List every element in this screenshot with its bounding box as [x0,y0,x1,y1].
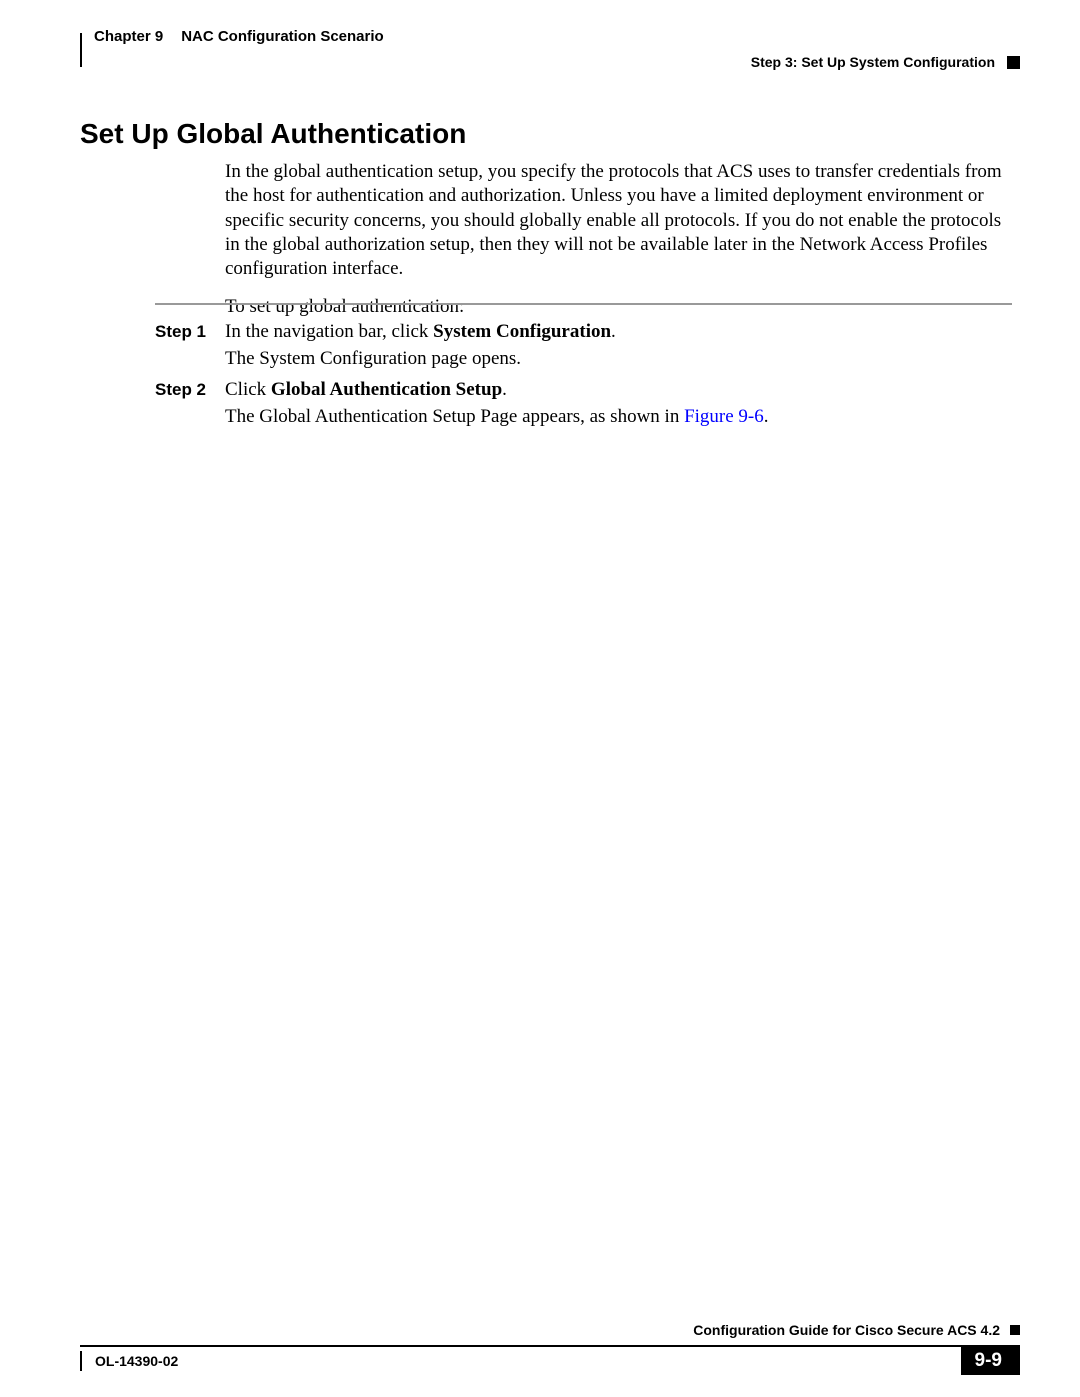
step-text: . [764,406,769,427]
step-label: Step 2 [155,377,225,431]
step-label: Step 1 [155,319,225,373]
footer-left-border [80,1351,82,1371]
steps-container: Step 1 In the navigation bar, click Syst… [155,303,1012,435]
step-bold: Global Authentication Setup [271,379,502,400]
header-left-border [80,33,82,67]
steps-divider [155,303,1012,305]
footer-left: OL-14390-02 [80,1351,178,1371]
page-number: 9-9 [961,1347,1020,1375]
step-text: . [611,321,616,342]
square-marker-icon [1007,56,1020,69]
footer-guide-title: Configuration Guide for Cisco Secure ACS… [693,1322,1000,1338]
step-text: The Global Authentication Setup Page app… [225,406,684,427]
step-text: . [502,379,507,400]
page-header: Chapter 9 NAC Configuration Scenario Ste… [80,28,1020,46]
footer-doc-id: OL-14390-02 [95,1353,178,1369]
step-bold: System Configuration [433,321,611,342]
chapter-title: NAC Configuration Scenario [181,28,384,45]
footer-bottom: OL-14390-02 9-9 [80,1347,1020,1375]
square-marker-icon [1010,1325,1020,1335]
step-row: Step 1 In the navigation bar, click Syst… [155,319,1012,373]
page-footer: Configuration Guide for Cisco Secure ACS… [80,1322,1020,1375]
header-right: Step 3: Set Up System Configuration [751,54,1020,70]
step-text: The System Configuration page opens. [225,348,521,369]
step-text: Click [225,379,271,400]
header-step-label: Step 3: Set Up System Configuration [751,54,995,70]
figure-link[interactable]: Figure 9-6 [684,406,764,427]
section-title: Set Up Global Authentication [80,118,466,150]
step-content: In the navigation bar, click System Conf… [225,319,1012,373]
intro-paragraph: In the global authentication setup, you … [225,160,1012,282]
footer-guide-row: Configuration Guide for Cisco Secure ACS… [80,1322,1020,1338]
step-content: Click Global Authentication Setup. The G… [225,377,1012,431]
chapter-label: Chapter 9 [94,28,163,45]
step-row: Step 2 Click Global Authentication Setup… [155,377,1012,431]
step-text: In the navigation bar, click [225,321,433,342]
